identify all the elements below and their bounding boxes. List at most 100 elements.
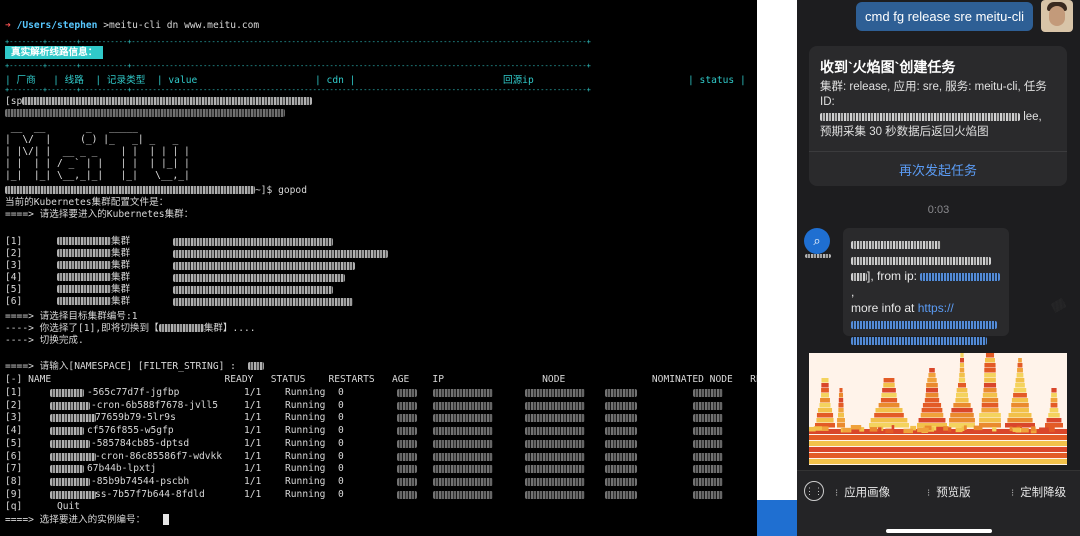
pod-index: [4] bbox=[5, 425, 23, 437]
redacted-text bbox=[56, 297, 111, 305]
redacted-text bbox=[605, 389, 637, 397]
pod-status: Running bbox=[285, 412, 326, 424]
redacted-text bbox=[805, 253, 831, 258]
flame-frame bbox=[1048, 413, 1060, 418]
flame-frame bbox=[820, 398, 830, 403]
redacted-text bbox=[433, 490, 493, 499]
separator-top: +--------+-------+-----------+----------… bbox=[5, 38, 591, 46]
select-instance-line[interactable]: ====> 选择要进入的实例编号： bbox=[5, 514, 169, 527]
flame-frame bbox=[813, 426, 822, 431]
menu-icon[interactable]: ⋮⋮ bbox=[804, 481, 824, 501]
redacted-text bbox=[173, 286, 333, 294]
header-status: | status | bbox=[688, 75, 746, 86]
quit-row[interactable]: [q] Quit bbox=[5, 501, 80, 513]
redacted-text bbox=[433, 414, 493, 423]
flame-frame bbox=[1039, 427, 1049, 432]
flame-frame bbox=[839, 388, 843, 393]
cluster-row: [6] 集群 bbox=[5, 296, 353, 308]
pod-ready: 1/1 bbox=[244, 437, 262, 449]
flame-frame bbox=[982, 393, 998, 398]
grip-icon: ⁝ bbox=[1011, 488, 1015, 499]
redacted-text bbox=[525, 439, 585, 448]
more-info-link[interactable]: https:// bbox=[918, 301, 954, 315]
flame-frame bbox=[878, 427, 882, 432]
redacted-text bbox=[397, 401, 417, 410]
pod-name: 77659b79-5lr9s bbox=[95, 412, 176, 424]
pod-ready: 1/1 bbox=[244, 387, 262, 398]
my-message-bubble[interactable]: cmd fg release sre meitu-cli bbox=[856, 2, 1033, 31]
redacted-text bbox=[50, 439, 90, 448]
pod-status: Running bbox=[285, 399, 326, 411]
redacted-text bbox=[693, 439, 723, 448]
redacted-text bbox=[173, 238, 333, 246]
flame-frame bbox=[838, 398, 844, 403]
flame-frame bbox=[809, 441, 1067, 446]
retry-task-button[interactable]: 再次发起任务 bbox=[809, 160, 1067, 179]
redacted-text bbox=[693, 427, 723, 436]
redacted-text bbox=[525, 401, 585, 410]
redacted-text bbox=[433, 477, 493, 486]
flame-frame bbox=[981, 398, 999, 403]
choose-cluster-line: ====> 请选择要进入的Kubernetes集群： bbox=[5, 209, 194, 220]
kube-config-line: 当前的Kubernetes集群配置文件是： bbox=[5, 197, 169, 208]
pod-index: [9] bbox=[5, 488, 23, 500]
redacted-text bbox=[173, 298, 353, 306]
pod-restarts: 0 bbox=[338, 488, 344, 500]
flame-frame bbox=[837, 418, 845, 423]
flame-frame bbox=[984, 378, 996, 383]
terminal-window[interactable]: ➜ /Users/stephen >meitu-cli dn www.meitu… bbox=[0, 0, 757, 536]
flame-frame bbox=[960, 358, 964, 363]
flame-frame bbox=[838, 413, 844, 418]
pod-restarts: 0 bbox=[338, 412, 344, 424]
redacted-text bbox=[50, 490, 96, 499]
toolbar-downgrade[interactable]: ⁝ 定制降级 bbox=[1011, 484, 1066, 500]
flame-frame bbox=[1049, 427, 1055, 432]
more-info-link-url[interactable] bbox=[851, 320, 997, 329]
pod-index: [8] bbox=[5, 475, 23, 487]
flame-frame bbox=[929, 368, 935, 373]
flame-frame bbox=[1011, 398, 1029, 403]
redacted-text bbox=[397, 439, 417, 448]
flame-frame bbox=[918, 418, 946, 423]
redacted-text bbox=[693, 452, 723, 461]
pod-status: Running bbox=[285, 450, 326, 462]
pod-index: [5] bbox=[5, 437, 23, 449]
pod-name: ss-7b57f7b644-8fdld bbox=[95, 488, 205, 500]
flame-frame bbox=[883, 378, 895, 383]
flame-frame bbox=[869, 423, 909, 428]
toolbar-preview[interactable]: ⁝ 预览版 bbox=[927, 484, 971, 500]
watermark: ▒▒ bbox=[1050, 297, 1067, 313]
flame-frame bbox=[880, 398, 898, 403]
more-info-link-url[interactable] bbox=[851, 336, 987, 345]
header-vendor: | 厂商 | 线路 | 记录类型 | value bbox=[5, 75, 198, 86]
flame-frame bbox=[819, 403, 831, 408]
toolbar-app-profile[interactable]: ⁝ 应用画像 bbox=[835, 484, 890, 500]
redacted-text bbox=[50, 465, 84, 474]
ip-link[interactable] bbox=[920, 272, 1001, 281]
flame-frame bbox=[951, 408, 973, 413]
prompt-command: >meitu-cli dn www.meitu.com bbox=[103, 20, 260, 31]
flamegraph-image[interactable] bbox=[809, 353, 1067, 465]
task-card-title: 收到`火焰图`创建任务 bbox=[820, 59, 956, 75]
magnifier-icon[interactable]: ⌕ bbox=[804, 228, 830, 254]
redacted-text bbox=[397, 427, 417, 436]
redacted-text bbox=[50, 452, 96, 461]
flame-frame bbox=[960, 353, 964, 358]
prompt-arrow-icon: ➜ bbox=[5, 20, 11, 31]
redacted-text bbox=[693, 414, 723, 423]
chat-panel[interactable]: ▒▒ ▒▒ cmd fg release sre meitu-cli 收到`火焰… bbox=[797, 0, 1080, 536]
task-card-line: 集群: release, 应用: sre, 服务: meitu-cli, 任务I… bbox=[820, 81, 1047, 108]
pod-table-header: [-] NAME READY STATUS RESTARTS AGE IP NO… bbox=[5, 374, 757, 385]
pod-index: [2] bbox=[5, 399, 23, 411]
user-avatar[interactable] bbox=[1041, 0, 1073, 32]
redacted-text bbox=[433, 452, 493, 461]
grip-icon: ⁝ bbox=[927, 488, 931, 499]
task-card-line: lee, bbox=[820, 110, 1058, 125]
redacted-text bbox=[56, 285, 111, 293]
home-indicator[interactable] bbox=[886, 529, 992, 533]
redacted-text bbox=[525, 490, 585, 499]
prompt-line: ➜ /Users/stephen >meitu-cli dn www.meitu… bbox=[5, 20, 259, 32]
redacted-text bbox=[397, 452, 417, 461]
flame-frame bbox=[953, 403, 971, 408]
redacted-text bbox=[397, 414, 417, 423]
